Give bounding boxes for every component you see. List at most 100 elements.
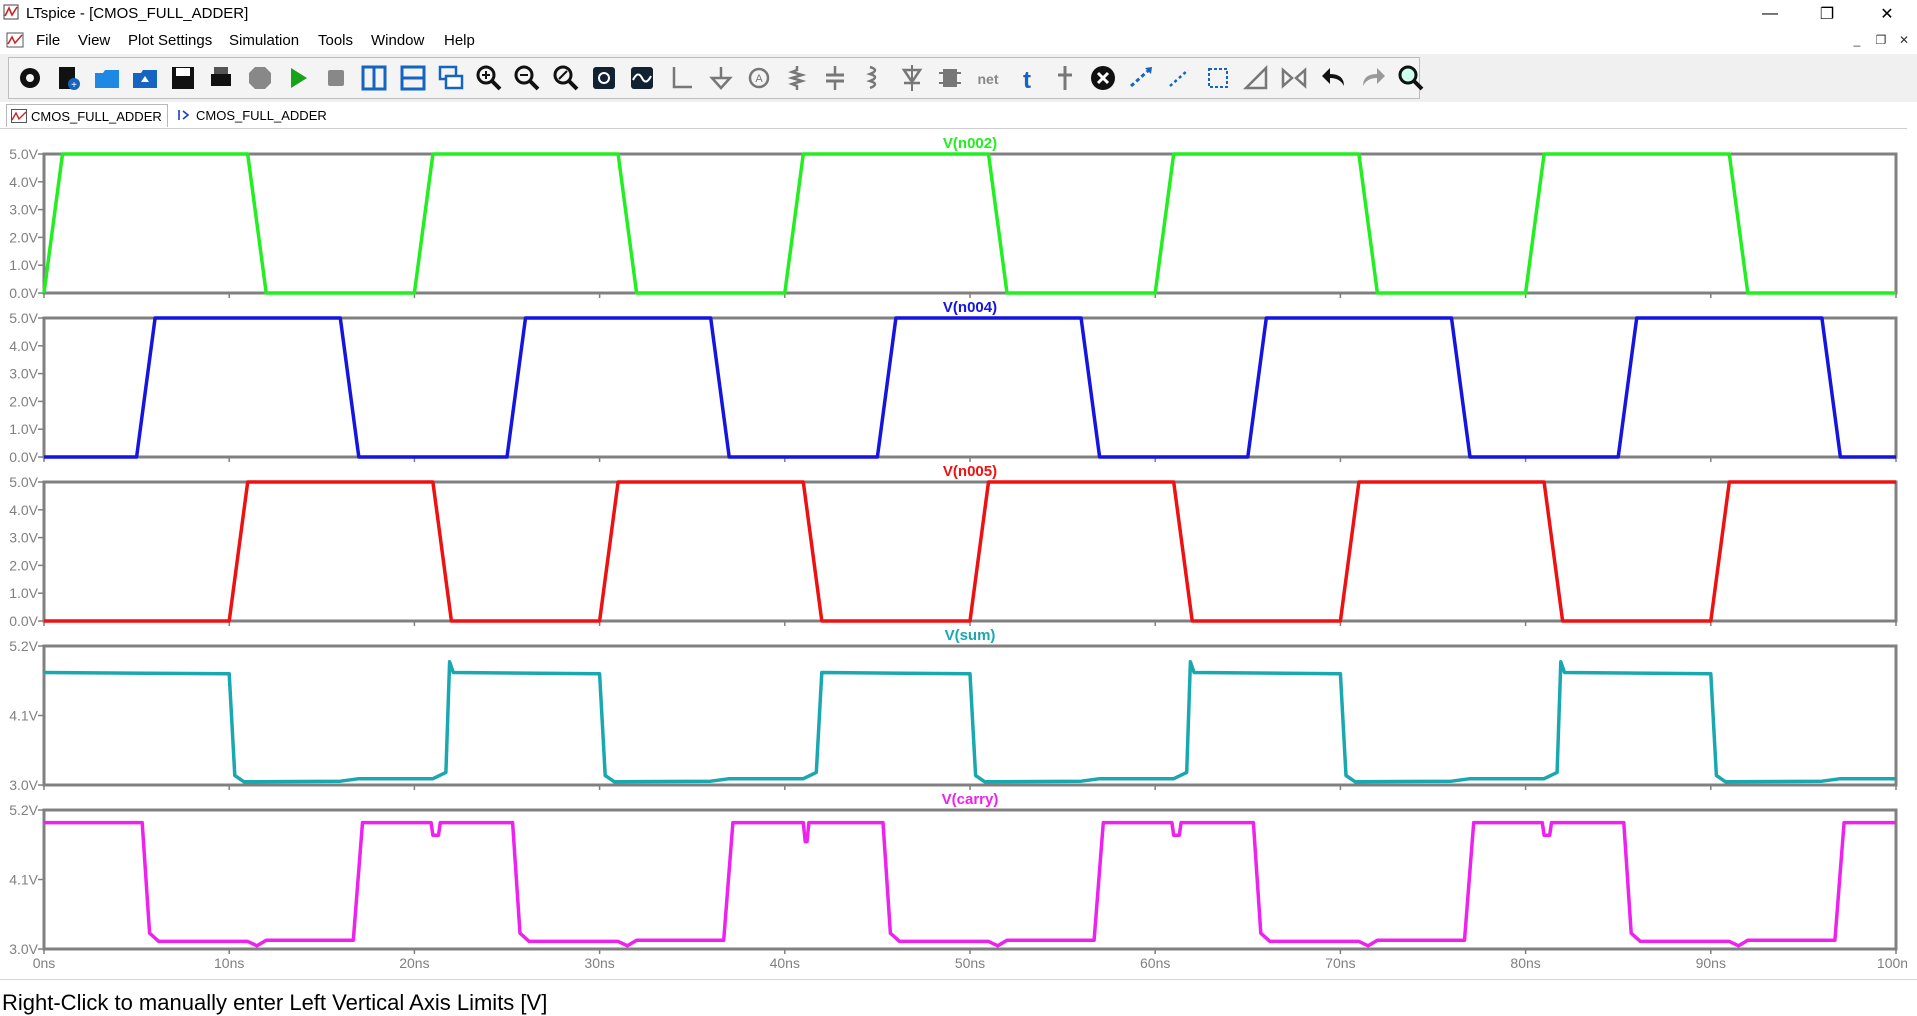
- delete-icon[interactable]: [1087, 62, 1119, 94]
- close-button[interactable]: ✕: [1864, 0, 1910, 28]
- resistor-icon[interactable]: [781, 62, 813, 94]
- move-drag-icon[interactable]: [1164, 62, 1196, 94]
- duplicate-icon[interactable]: [1125, 62, 1157, 94]
- tab-waveform[interactable]: CMOS_FULL_ADDER: [6, 104, 168, 127]
- y-tick-label: 5.0V: [9, 310, 38, 326]
- halt-icon[interactable]: [244, 62, 276, 94]
- y-tick-label: 4.0V: [9, 174, 38, 190]
- waveform-icon[interactable]: [626, 62, 658, 94]
- plot-pane-frame[interactable]: [42, 480, 1898, 623]
- svg-text:net: net: [978, 71, 999, 87]
- waveform-icon: [11, 109, 27, 123]
- open-examples-icon[interactable]: [129, 62, 161, 94]
- y-tick-label: 2.0V: [9, 393, 38, 409]
- toolbar: + Anet t: [0, 54, 1917, 103]
- component-icon[interactable]: [934, 62, 966, 94]
- ltspice-logo-icon: [3, 4, 19, 20]
- new-schematic-icon[interactable]: +: [52, 62, 84, 94]
- svg-text:t: t: [1023, 67, 1031, 94]
- diode-icon[interactable]: [896, 62, 928, 94]
- y-tick-label: 1.0V: [9, 585, 38, 601]
- undo-icon[interactable]: [1318, 62, 1350, 94]
- mirror-icon[interactable]: [1278, 62, 1310, 94]
- gear-icon[interactable]: [14, 62, 46, 94]
- y-tick-label: 3.0V: [9, 202, 38, 218]
- tab-label: CMOS_FULL_ADDER: [196, 107, 327, 123]
- open-icon[interactable]: [91, 62, 123, 94]
- zoom-out-icon[interactable]: [511, 62, 543, 94]
- mdi-minimize-button[interactable]: _: [1848, 31, 1866, 49]
- text-icon[interactable]: t: [1011, 62, 1043, 94]
- mdi-close-button[interactable]: ✕: [1895, 31, 1913, 49]
- x-tick-label: 20ns: [399, 955, 429, 971]
- trace-label[interactable]: V(carry): [942, 791, 999, 808]
- document-tabs: CMOS_FULL_ADDER CMOS_FULL_ADDER: [0, 102, 1917, 129]
- autorange-icon[interactable]: [588, 62, 620, 94]
- y-tick-label: 0.0V: [9, 285, 38, 301]
- mdi-restore-button[interactable]: ❐: [1872, 31, 1890, 49]
- redo-icon[interactable]: [1357, 62, 1389, 94]
- tile-horizontal-icon[interactable]: [397, 62, 429, 94]
- x-tick-label: 90ns: [1696, 955, 1726, 971]
- x-tick-label: 0ns: [33, 955, 56, 971]
- trace-label[interactable]: V(sum): [945, 627, 996, 644]
- tab-schematic[interactable]: CMOS_FULL_ADDER: [174, 104, 344, 126]
- svg-text:A: A: [755, 73, 763, 85]
- waveform-window-icon[interactable]: [6, 31, 24, 49]
- menu-simulation[interactable]: Simulation: [229, 32, 299, 49]
- run-icon[interactable]: [282, 62, 314, 94]
- tab-label: CMOS_FULL_ADDER: [31, 108, 162, 124]
- plot-pane-frame[interactable]: [42, 152, 1898, 295]
- minimize-button[interactable]: —: [1747, 0, 1793, 28]
- y-tick-label: 0.0V: [9, 613, 38, 629]
- trace-label[interactable]: V(n004): [943, 299, 997, 316]
- tile-vertical-icon[interactable]: [358, 62, 390, 94]
- y-tick-label: 3.0V: [9, 366, 38, 382]
- cascade-icon[interactable]: [435, 62, 467, 94]
- find-icon[interactable]: [1395, 62, 1427, 94]
- capacitor-icon[interactable]: [819, 62, 851, 94]
- trace-label[interactable]: V(n002): [943, 135, 997, 152]
- drag-icon[interactable]: [1202, 62, 1234, 94]
- net-icon[interactable]: net: [972, 62, 1004, 94]
- y-tick-label: 2.0V: [9, 557, 38, 573]
- y-tick-label: 4.1V: [9, 708, 38, 724]
- menu-help[interactable]: Help: [444, 32, 475, 49]
- svg-text:+: +: [71, 80, 77, 91]
- status-bar: Right-Click to manually enter Left Verti…: [0, 979, 1917, 1015]
- y-tick-label: 1.0V: [9, 421, 38, 437]
- rotate-icon[interactable]: [1240, 62, 1272, 94]
- waveform-plot[interactable]: V(n002) 5.0V 4.0V 3.0V 2.0V 1.0V 0.0V V(n004) 5.…: [0, 129, 1917, 979]
- vertical-scrollbar[interactable]: [1907, 128, 1917, 978]
- plot-pane-frame[interactable]: [42, 316, 1898, 459]
- trace-label[interactable]: V(n005): [943, 463, 997, 480]
- plot-pane-frame[interactable]: [42, 644, 1898, 787]
- zoom-in-icon[interactable]: [473, 62, 505, 94]
- title-bar: LTspice - [CMOS_FULL_ADDER] — ❐ ✕: [0, 0, 1917, 28]
- inductor-icon[interactable]: [858, 62, 890, 94]
- menu-file[interactable]: File: [36, 32, 60, 49]
- menu-plot-settings[interactable]: Plot Settings: [128, 32, 212, 49]
- restore-button[interactable]: ❐: [1804, 0, 1850, 28]
- menu-tools[interactable]: Tools: [318, 32, 353, 49]
- x-tick-label: 60ns: [1140, 955, 1170, 971]
- wire-icon[interactable]: [666, 62, 698, 94]
- save-icon[interactable]: [167, 62, 199, 94]
- y-tick-label: 4.0V: [9, 338, 38, 354]
- status-text: Right-Click to manually enter Left Verti…: [2, 990, 548, 1015]
- label-icon[interactable]: A: [743, 62, 775, 94]
- plot-pane-frame[interactable]: [42, 808, 1898, 951]
- x-tick-label: 80ns: [1510, 955, 1540, 971]
- zoom-fit-icon[interactable]: [550, 62, 582, 94]
- x-tick-label: 70ns: [1325, 955, 1355, 971]
- print-icon[interactable]: [205, 62, 237, 94]
- menu-view[interactable]: View: [78, 32, 110, 49]
- y-tick-label: 3.0V: [9, 777, 38, 793]
- y-tick-label: 5.2V: [9, 638, 38, 654]
- y-tick-label: 2.0V: [9, 229, 38, 245]
- ground-icon[interactable]: [705, 62, 737, 94]
- stop-icon[interactable]: [320, 62, 352, 94]
- y-tick-label: 5.0V: [9, 146, 38, 162]
- move-icon[interactable]: [1049, 62, 1081, 94]
- menu-window[interactable]: Window: [371, 32, 424, 49]
